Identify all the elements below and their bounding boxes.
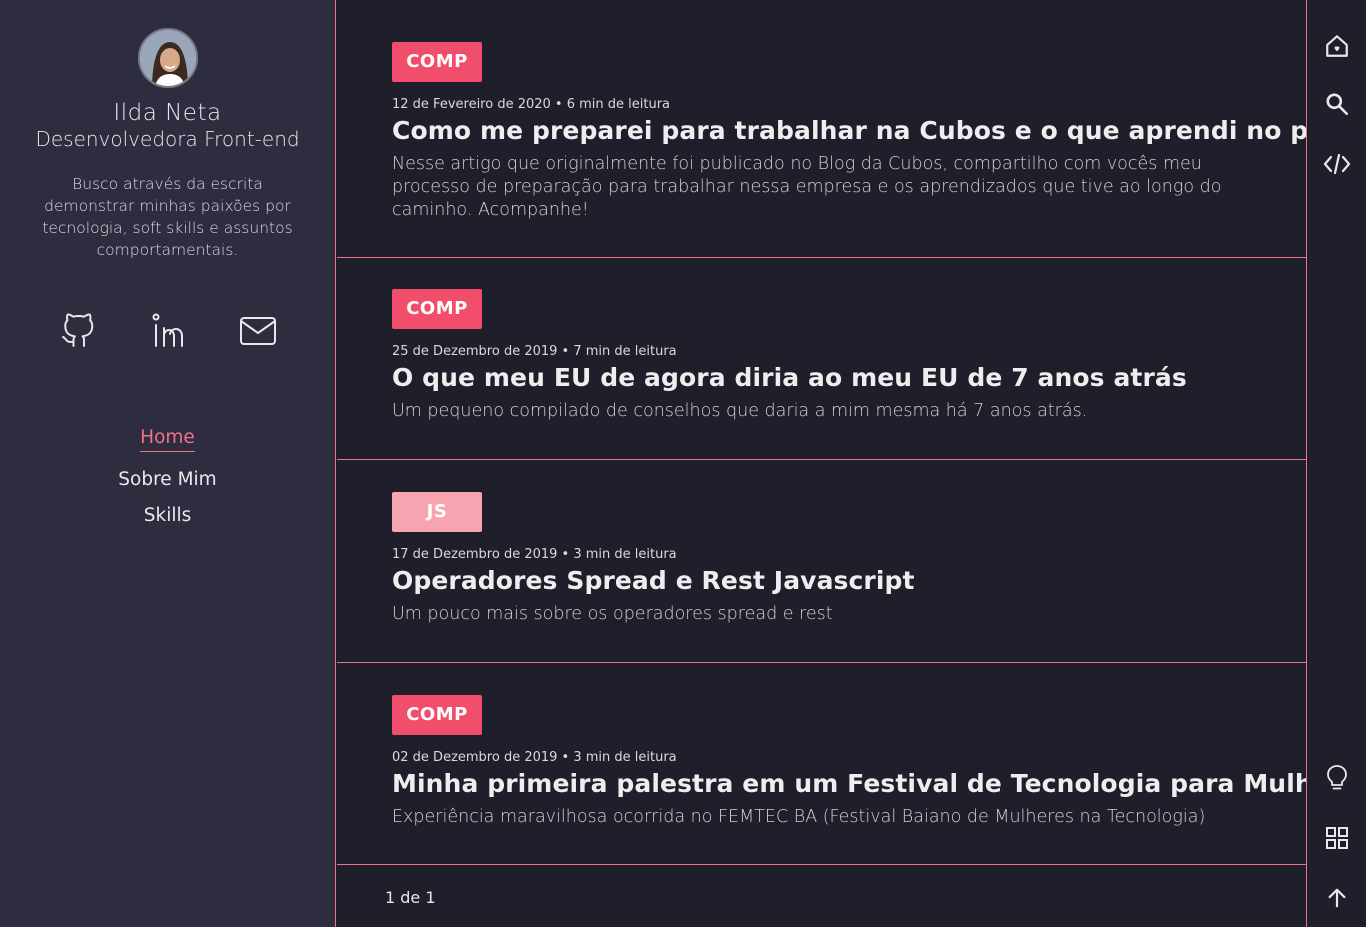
post-list: COMP 12 de Fevereiro de 2020 • 6 min de … bbox=[337, 0, 1366, 927]
avatar[interactable] bbox=[137, 28, 198, 88]
nav-item-about[interactable]: Sobre Mim bbox=[118, 462, 216, 498]
post-description: Experiência maravilhosa ocorrida no FEMT… bbox=[392, 807, 1206, 827]
right-rail bbox=[1306, 0, 1366, 927]
nav-item-skills[interactable]: Skills bbox=[144, 498, 192, 534]
nav-item-home[interactable]: Home bbox=[140, 423, 195, 452]
post-tag: COMP bbox=[392, 42, 482, 82]
post-tag: COMP bbox=[392, 289, 482, 329]
home-icon[interactable] bbox=[1323, 32, 1351, 60]
post-card[interactable]: JS 17 de Dezembro de 2019 • 3 min de lei… bbox=[337, 460, 1306, 663]
profile-bio: Busco através da escrita demonstrar minh… bbox=[42, 175, 293, 259]
github-icon[interactable] bbox=[59, 311, 97, 351]
avatar-photo bbox=[139, 30, 196, 86]
post-card[interactable]: COMP 02 de Dezembro de 2019 • 3 min de l… bbox=[337, 663, 1366, 865]
post-description: Um pequeno compilado de conselhos que da… bbox=[392, 401, 1088, 421]
search-icon[interactable] bbox=[1323, 90, 1351, 118]
arrow-up-icon[interactable] bbox=[1323, 884, 1351, 912]
social-links bbox=[59, 311, 277, 351]
mail-icon[interactable] bbox=[239, 311, 277, 351]
post-card[interactable]: COMP 25 de Dezembro de 2019 • 7 min de l… bbox=[337, 258, 1306, 460]
post-meta: 17 de Dezembro de 2019 • 3 min de leitur… bbox=[392, 547, 677, 562]
post-meta: 12 de Fevereiro de 2020 • 6 min de leitu… bbox=[392, 97, 671, 112]
post-title[interactable]: Minha primeira palestra em um Festival d… bbox=[392, 769, 1366, 798]
code-icon[interactable] bbox=[1323, 150, 1351, 178]
post-meta: 25 de Dezembro de 2019 • 7 min de leitur… bbox=[392, 344, 677, 359]
post-tag: COMP bbox=[392, 695, 482, 735]
post-meta: 02 de Dezembro de 2019 • 3 min de leitur… bbox=[392, 750, 677, 765]
post-title[interactable]: O que meu EU de agora diria ao meu EU de… bbox=[392, 363, 1266, 392]
post-tag: JS bbox=[392, 492, 482, 532]
sidebar: Ilda Neta Desenvolvedora Front-end Busco… bbox=[0, 0, 336, 927]
grid-icon[interactable] bbox=[1323, 824, 1351, 852]
post-title[interactable]: Como me preparei para trabalhar na Cubos… bbox=[392, 116, 1366, 145]
post-title[interactable]: Operadores Spread e Rest Javascript bbox=[392, 566, 1266, 595]
main-nav: Home Sobre Mim Skills bbox=[118, 423, 216, 534]
post-description: Um pouco mais sobre os operadores spread… bbox=[392, 604, 833, 624]
pagination-label: 1 de 1 bbox=[385, 888, 436, 907]
post-description: Nesse artigo que originalmente foi publi… bbox=[392, 154, 1222, 220]
linkedin-icon[interactable] bbox=[149, 311, 187, 351]
profile-role: Desenvolvedora Front-end bbox=[35, 127, 300, 151]
lightbulb-icon[interactable] bbox=[1323, 764, 1351, 792]
post-card[interactable]: COMP 12 de Fevereiro de 2020 • 6 min de … bbox=[337, 0, 1366, 258]
profile-name: Ilda Neta bbox=[113, 100, 222, 126]
